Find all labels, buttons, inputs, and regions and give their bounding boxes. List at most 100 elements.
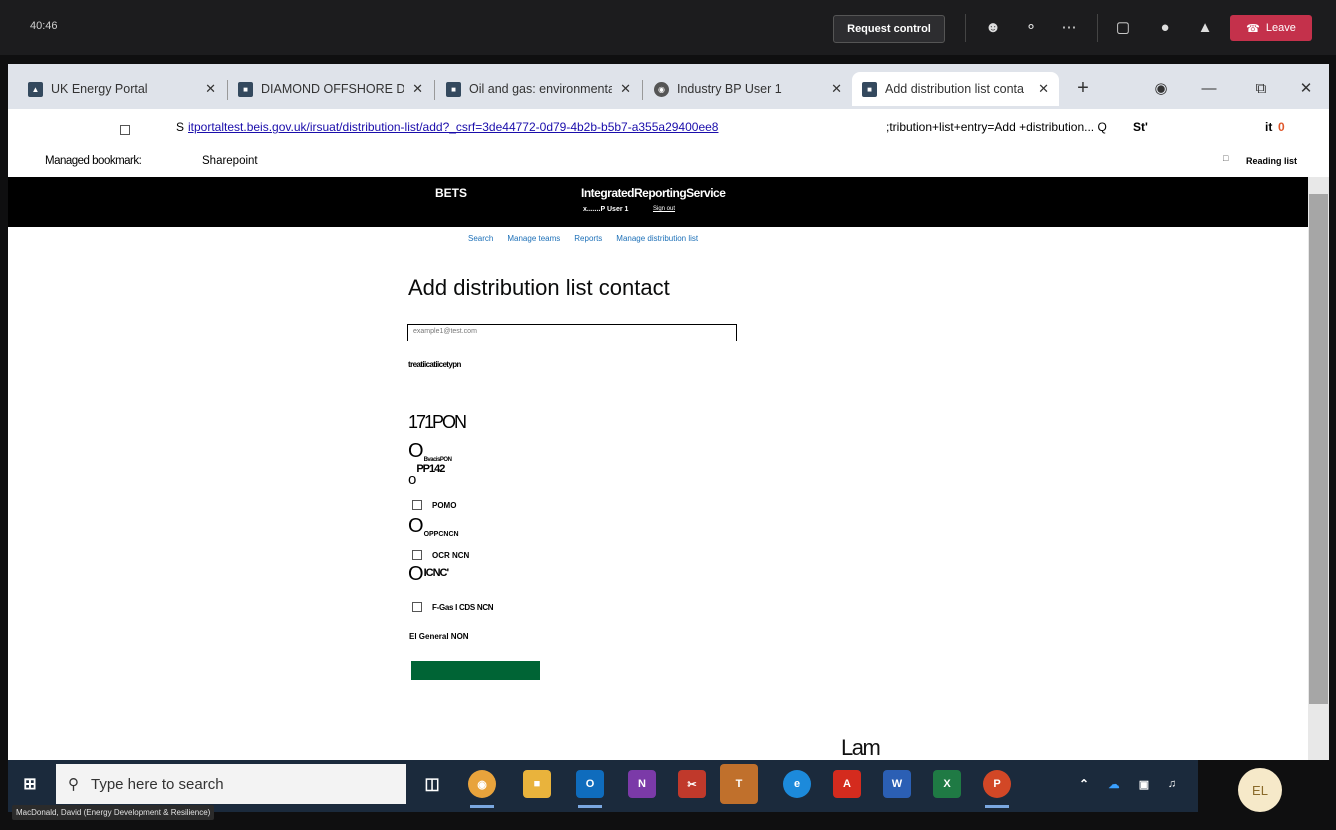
request-control-button[interactable]: Request control: [833, 15, 945, 43]
url-suffix-bold: St': [1133, 120, 1148, 134]
close-tab-icon[interactable]: ✕: [1038, 81, 1049, 97]
active-indicator: [578, 805, 602, 808]
radio-option[interactable]: O OPPCNCN: [408, 515, 459, 538]
camera-off-icon[interactable]: ▢: [1110, 14, 1136, 40]
taskbar-search-box[interactable]: ⚲ Type here to search: [56, 764, 406, 804]
meeting-timer: 40:46: [30, 20, 58, 32]
radio-option[interactable]: O ICNC': [408, 563, 449, 586]
onedrive-icon[interactable]: ☁: [1100, 770, 1128, 798]
site-favicon-icon: ▲: [28, 81, 43, 97]
phone-icon: ☎: [1246, 22, 1260, 35]
checkbox-option[interactable]: POMO: [412, 500, 456, 510]
nav-reports[interactable]: Reports: [574, 234, 602, 243]
presenter-name-tag: MacDonald, David (Energy Development & R…: [12, 805, 215, 820]
divider: [1097, 14, 1098, 42]
group-heading: 171PON: [408, 412, 467, 432]
site-header: BETS IntegratedReportingService x.......…: [8, 177, 1329, 227]
divider: [642, 80, 643, 100]
overlay-text: Lam: [841, 735, 881, 760]
divider: [434, 80, 435, 100]
managed-bookmark-label[interactable]: Managed bookmark:: [45, 155, 142, 167]
outlook-icon[interactable]: O: [576, 770, 604, 798]
page-content: Search Manage teams Reports Manage distr…: [8, 227, 1308, 760]
acrobat-icon[interactable]: A: [833, 770, 861, 798]
volume-icon[interactable]: ♫: [1158, 770, 1186, 798]
restore-icon[interactable]: ⧉: [1246, 74, 1276, 102]
browser-tab-active[interactable]: ■ Add distribution list conta ✕: [852, 72, 1059, 106]
windows-start-icon[interactable]: ⊞: [16, 770, 44, 798]
browser-tab[interactable]: ◉ Industry BP User 1 ✕: [644, 72, 852, 106]
active-indicator: [985, 805, 1009, 808]
more-options-icon[interactable]: ⋯: [1056, 14, 1082, 40]
close-window-icon[interactable]: ✕: [1291, 74, 1321, 102]
reading-list-icon: □: [1223, 153, 1229, 163]
leave-label: Leave: [1265, 22, 1296, 34]
checkbox-option[interactable]: OCR NCN: [412, 550, 469, 560]
service-name[interactable]: IntegratedReportingService: [581, 186, 726, 200]
email-placeholder: example1@test.com: [413, 328, 477, 335]
bookmarks-bar: Managed bookmark: Sharepoint □ Reading l…: [8, 147, 1329, 177]
user-name: x.......P User 1: [583, 206, 629, 213]
share-screen-icon[interactable]: ▲: [1192, 14, 1218, 40]
nav-search[interactable]: Search: [468, 234, 493, 243]
task-view-icon[interactable]: ◫: [418, 770, 446, 798]
tab-title: Oil and gas: environmenta: [469, 82, 613, 96]
onenote-icon[interactable]: N: [628, 770, 656, 798]
nav-manage-distribution-list[interactable]: Manage distribution list: [616, 234, 698, 243]
checkbox-icon: [412, 602, 422, 612]
radio-option[interactable]: o PP142: [408, 463, 445, 488]
excel-icon[interactable]: X: [933, 770, 961, 798]
option-label: POMO: [432, 500, 457, 510]
word-icon[interactable]: W: [883, 770, 911, 798]
option-label: F-Gas I CDS NCN: [432, 602, 494, 612]
nav-manage-teams[interactable]: Manage teams: [507, 234, 560, 243]
close-tab-icon[interactable]: ✕: [620, 81, 631, 97]
extension-text[interactable]: it: [1265, 120, 1272, 134]
close-tab-icon[interactable]: ✕: [412, 81, 423, 97]
close-tab-icon[interactable]: ✕: [831, 81, 842, 97]
bookmark-sharepoint[interactable]: Sharepoint: [202, 155, 258, 167]
scrollbar-thumb[interactable]: [1309, 194, 1328, 704]
chat-icon[interactable]: ⚬: [1018, 14, 1044, 40]
edge-icon[interactable]: e: [783, 770, 811, 798]
extension-badge: 0: [1278, 120, 1285, 134]
radio-option[interactable]: O BvacisPON: [408, 440, 452, 463]
radio-icon: O: [408, 440, 424, 462]
minimize-icon[interactable]: —: [1194, 74, 1224, 102]
chrome-icon[interactable]: ◉: [468, 770, 496, 798]
url-link[interactable]: itportaltest.beis.gov.uk/irsuat/distribu…: [188, 120, 718, 134]
divider: [965, 14, 966, 42]
microphone-icon[interactable]: ●: [1152, 14, 1178, 40]
browser-tab[interactable]: ■ DIAMOND OFFSHORE DR ✕: [228, 72, 433, 106]
general-label: El General NON: [409, 632, 469, 641]
search-icon: ⚲: [68, 776, 79, 793]
active-indicator: [470, 805, 494, 808]
site-favicon-icon: ■: [862, 81, 877, 97]
option-label: OPPCNCN: [423, 531, 459, 538]
powerpoint-icon[interactable]: P: [983, 770, 1011, 798]
show-hidden-icons-icon[interactable]: ⌃: [1070, 770, 1098, 798]
avatar: EL: [1238, 768, 1282, 812]
browser-tab[interactable]: ■ Oil and gas: environmenta ✕: [436, 72, 641, 106]
reading-list-button[interactable]: Reading list: [1246, 156, 1297, 166]
snipping-tool-icon[interactable]: ✂: [678, 770, 706, 798]
profile-icon[interactable]: ◉: [1146, 74, 1176, 102]
tab-title: UK Energy Portal: [51, 82, 148, 96]
site-brand[interactable]: BETS: [435, 186, 467, 200]
network-icon[interactable]: ▣: [1130, 770, 1158, 798]
site-favicon-icon: ■: [446, 81, 461, 97]
checkbox-icon: [412, 550, 422, 560]
teams-icon[interactable]: T: [720, 764, 758, 804]
radio-icon: o: [408, 471, 417, 488]
email-field[interactable]: example1@test.com: [407, 324, 737, 341]
new-tab-icon[interactable]: +: [1068, 74, 1098, 102]
close-tab-icon[interactable]: ✕: [205, 81, 216, 97]
people-icon[interactable]: ☻: [980, 14, 1006, 40]
checkbox-option[interactable]: F-Gas I CDS NCN: [412, 602, 494, 612]
page-info-icon[interactable]: [120, 125, 130, 135]
submit-button[interactable]: [411, 661, 540, 680]
browser-tab[interactable]: ▲ UK Energy Portal ✕: [18, 72, 226, 106]
sign-out-link[interactable]: Sign out: [653, 206, 675, 212]
leave-button[interactable]: ☎ Leave: [1230, 15, 1312, 41]
file-explorer-icon[interactable]: ■: [523, 770, 551, 798]
